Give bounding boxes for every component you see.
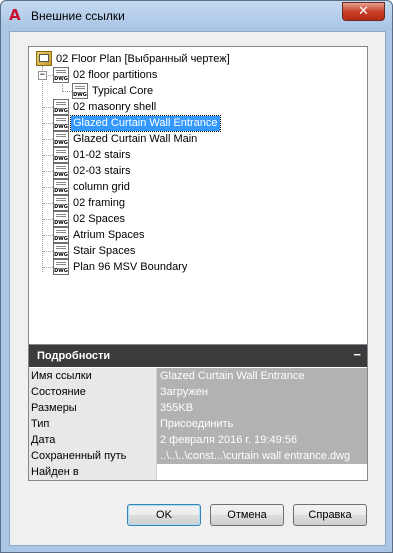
tree-item-label: 02 masonry shell	[73, 101, 157, 113]
tree-connector-line	[43, 267, 53, 268]
property-name: Размеры	[29, 400, 157, 416]
property-name: Имя ссылки	[29, 368, 157, 384]
dwg-file-icon: DWG	[53, 147, 69, 163]
ok-button[interactable]: OK	[127, 504, 201, 526]
details-header[interactable]: Подробности −	[29, 345, 367, 367]
tree-item-label: 01-02 stairs	[73, 149, 131, 161]
xref-tree-view[interactable]: 02 Floor Plan [Выбранный чертеж] DWG 02 fl…	[28, 46, 368, 362]
details-header-label: Подробности	[37, 350, 111, 362]
property-row: Найден в	[29, 464, 367, 480]
property-row: Имя ссылки Glazed Curtain Wall Entrance	[29, 368, 367, 384]
dialog-client-area: 02 Floor Plan [Выбранный чертеж] DWG 02 fl…	[9, 31, 386, 546]
property-value[interactable]: Glazed Curtain Wall Entrance	[157, 368, 367, 384]
collapse-icon[interactable]: −	[353, 345, 361, 365]
tree-connector-line	[62, 78, 63, 91]
tree-item-label: 02 Spaces	[73, 213, 125, 225]
tree-item-label: 02 framing	[73, 197, 125, 209]
dwg-file-icon: DWG	[53, 115, 69, 131]
dwg-file-icon: DWG	[53, 195, 69, 211]
tree-connector-line	[62, 91, 72, 92]
dwg-file-icon: DWG	[53, 211, 69, 227]
tree-connector-line	[43, 203, 53, 204]
tree-connector-line	[43, 219, 53, 220]
tree-item-label: column grid	[73, 181, 130, 193]
tree-connector-line	[42, 66, 43, 272]
property-row: Дата 2 февраля 2016 г. 19:49:56	[29, 432, 367, 448]
property-row: Размеры 355KB	[29, 400, 367, 416]
xref-dialog-window: A Внешние ссылки ✕ 02 Floor Plan [Выбран…	[0, 0, 393, 553]
property-value[interactable]: ..\..\..\const...\curtain wall entrance.…	[157, 448, 367, 464]
cancel-button[interactable]: Отмена	[210, 504, 284, 526]
dwg-file-icon: DWG	[53, 99, 69, 115]
tree-item-label: Glazed Curtain Wall Entrance	[70, 115, 221, 132]
property-name: Дата	[29, 432, 157, 448]
dwg-file-icon: DWG	[53, 131, 69, 147]
window-title: Внешние ссылки	[31, 9, 125, 23]
details-panel: Подробности − Имя ссылки Glazed Curtain W…	[28, 344, 368, 481]
property-value[interactable]: 355KB	[157, 400, 367, 416]
dwg-file-icon: DWG	[53, 243, 69, 259]
property-name: Состояние	[29, 384, 157, 400]
dwg-file-icon: DWG	[53, 259, 69, 275]
dwg-file-icon: DWG	[53, 67, 69, 83]
property-name: Сохраненный путь	[29, 448, 157, 464]
dwg-file-icon: DWG	[72, 83, 88, 99]
tree-connector-line	[43, 187, 53, 188]
tree-connector-line	[43, 251, 53, 252]
property-name: Найден в	[29, 464, 157, 480]
property-value[interactable]: Загружен	[157, 384, 367, 400]
tree-item-label: 02-03 stairs	[73, 165, 131, 177]
tree-item-label: 02 Floor Plan [Выбранный чертеж]	[56, 53, 230, 65]
dwg-file-icon: DWG	[53, 227, 69, 243]
property-name: Тип	[29, 416, 157, 432]
tree-item-label: Atrium Spaces	[73, 229, 145, 241]
tree-connector-line	[43, 139, 53, 140]
tree-item-label: Glazed Curtain Wall Main	[73, 133, 198, 145]
close-button[interactable]: ✕	[342, 2, 385, 21]
help-button[interactable]: Справка	[293, 504, 367, 526]
tree-connector-line	[43, 235, 53, 236]
close-icon: ✕	[358, 4, 369, 19]
tree-connector-line	[43, 155, 53, 156]
tree-connector-line	[43, 171, 53, 172]
dwg-file-icon: DWG	[53, 163, 69, 179]
property-row: Тип Присоединить	[29, 416, 367, 432]
tree-item-label: Stair Spaces	[73, 245, 136, 257]
tree-item-label: Plan 96 MSV Boundary	[73, 261, 188, 273]
tree-connector-line	[43, 107, 53, 108]
property-value[interactable]	[157, 464, 367, 480]
property-value[interactable]: Присоединить	[157, 416, 367, 432]
tree-item-label: 02 floor partitions	[73, 69, 158, 81]
autocad-app-icon: A	[9, 6, 21, 24]
drawing-icon	[36, 51, 52, 66]
property-row: Состояние Загружен	[29, 384, 367, 400]
title-bar[interactable]: A Внешние ссылки ✕	[1, 1, 392, 30]
property-value[interactable]: 2 февраля 2016 г. 19:49:56	[157, 432, 367, 448]
tree-connector-line	[43, 123, 53, 124]
property-row: Сохраненный путь ..\..\..\const...\curtai…	[29, 448, 367, 464]
dwg-file-icon: DWG	[53, 179, 69, 195]
tree-item-label: Typical Core	[92, 85, 154, 97]
collapse-expander-icon[interactable]: −	[38, 71, 47, 80]
